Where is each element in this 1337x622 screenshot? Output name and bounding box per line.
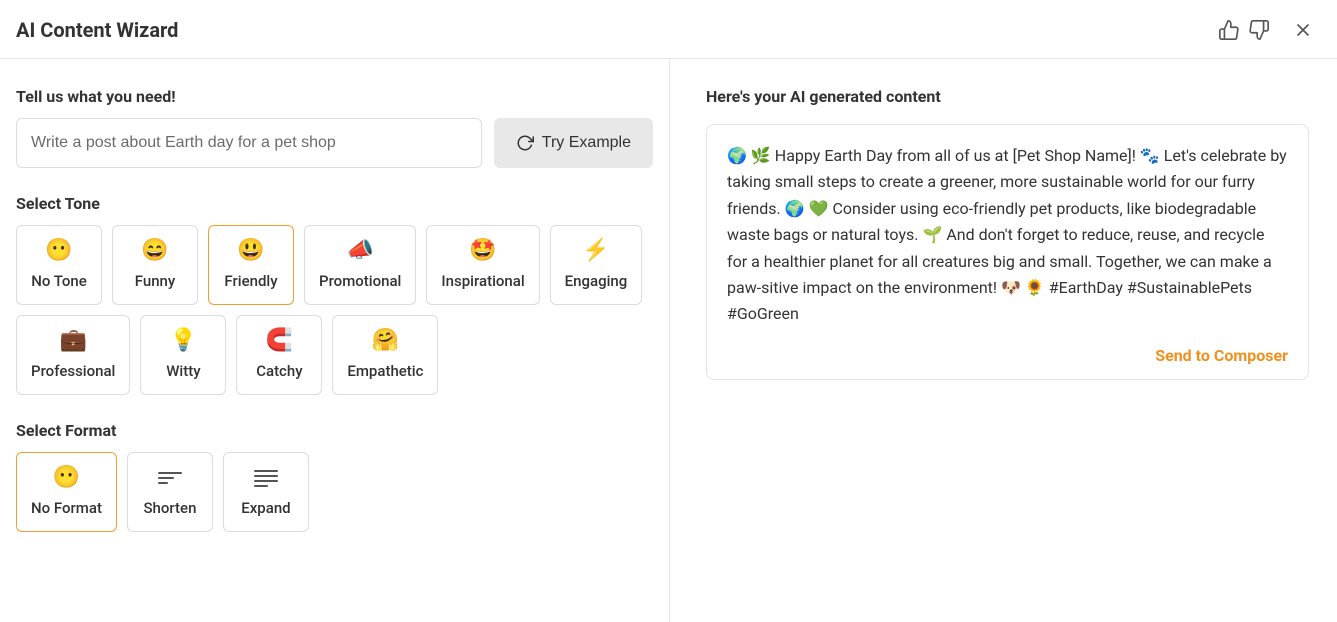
tone-emoji-icon: 😶 <box>45 238 72 264</box>
tone-tile-label: Witty <box>166 362 200 380</box>
tone-tile-witty[interactable]: 💡 Witty <box>140 315 226 395</box>
tone-tile-label: Friendly <box>224 272 277 290</box>
tone-emoji-icon: 🤩 <box>469 238 496 264</box>
format-label: Select Format <box>16 421 653 440</box>
tone-tile-label: Empathetic <box>347 362 423 380</box>
thumbs-down-icon[interactable] <box>1245 16 1273 44</box>
tone-tile-label: Promotional <box>319 272 401 290</box>
format-emoji-icon: 😶 <box>53 465 80 491</box>
tone-tile-friendly[interactable]: 😃 Friendly <box>208 225 294 305</box>
header: AI Content Wizard <box>0 0 1337 59</box>
tone-emoji-icon: 🧲 <box>266 328 293 354</box>
format-tile-expand[interactable]: Expand <box>223 452 309 532</box>
try-example-label: Try Example <box>542 134 631 152</box>
tone-tile-professional[interactable]: 💼 Professional <box>16 315 130 395</box>
format-tile-no-format[interactable]: 😶 No Format <box>16 452 117 532</box>
thumbs-up-icon[interactable] <box>1215 16 1243 44</box>
tone-tile-promotional[interactable]: 📣 Promotional <box>304 225 416 305</box>
send-row: Send to Composer <box>727 346 1288 365</box>
prompt-label: Tell us what you need! <box>16 87 653 106</box>
tone-tile-label: Professional <box>31 362 115 380</box>
prompt-input[interactable] <box>16 118 482 168</box>
format-tile-label: Shorten <box>143 499 196 517</box>
send-to-composer-button[interactable]: Send to Composer <box>1155 346 1288 365</box>
tone-tile-engaging[interactable]: ⚡ Engaging <box>550 225 643 305</box>
page-title: AI Content Wizard <box>16 18 178 42</box>
output-text: 🌍 🌿 Happy Earth Day from all of us at [P… <box>727 143 1288 328</box>
expand-icon <box>254 465 278 491</box>
tone-emoji-icon: ⚡ <box>582 238 609 264</box>
tone-emoji-icon: 💡 <box>170 328 197 354</box>
main: Tell us what you need! Try Example Selec… <box>0 59 1337 622</box>
tone-tile-label: Funny <box>135 272 176 290</box>
tone-tile-label: Inspirational <box>441 272 524 290</box>
left-pane: Tell us what you need! Try Example Selec… <box>0 59 670 622</box>
refresh-icon <box>516 134 534 152</box>
tone-emoji-icon: 😃 <box>237 238 264 264</box>
shorten-icon <box>158 465 182 491</box>
tone-tile-funny[interactable]: 😄 Funny <box>112 225 198 305</box>
tone-emoji-icon: 🤗 <box>372 328 399 354</box>
tone-tile-inspirational[interactable]: 🤩 Inspirational <box>426 225 539 305</box>
right-pane: Here's your AI generated content 🌍 🌿 Hap… <box>670 59 1337 622</box>
close-icon[interactable] <box>1289 16 1317 44</box>
tone-tiles: 😶 No Tone 😄 Funny 😃 Friendly 📣 Promotional 🤩 Insp… <box>16 225 653 395</box>
header-actions <box>1215 16 1317 44</box>
try-example-button[interactable]: Try Example <box>494 118 653 168</box>
format-tiles: 😶 No Format Shorten Expand <box>16 452 653 532</box>
format-tile-label: Expand <box>241 499 290 517</box>
tone-tile-label: Engaging <box>565 272 628 290</box>
prompt-row: Try Example <box>16 118 653 168</box>
tone-tile-label: No Tone <box>31 272 87 290</box>
format-tile-label: No Format <box>31 499 102 517</box>
tone-tile-empathetic[interactable]: 🤗 Empathetic <box>332 315 438 395</box>
tone-tile-catchy[interactable]: 🧲 Catchy <box>236 315 322 395</box>
tone-emoji-icon: 💼 <box>59 328 86 354</box>
tone-emoji-icon: 😄 <box>141 238 168 264</box>
output-card: 🌍 🌿 Happy Earth Day from all of us at [P… <box>706 124 1309 380</box>
tone-label: Select Tone <box>16 194 653 213</box>
tone-emoji-icon: 📣 <box>346 238 373 264</box>
tone-tile-label: Catchy <box>256 362 302 380</box>
format-tile-shorten[interactable]: Shorten <box>127 452 213 532</box>
tone-tile-no-tone[interactable]: 😶 No Tone <box>16 225 102 305</box>
output-title: Here's your AI generated content <box>706 87 1309 106</box>
